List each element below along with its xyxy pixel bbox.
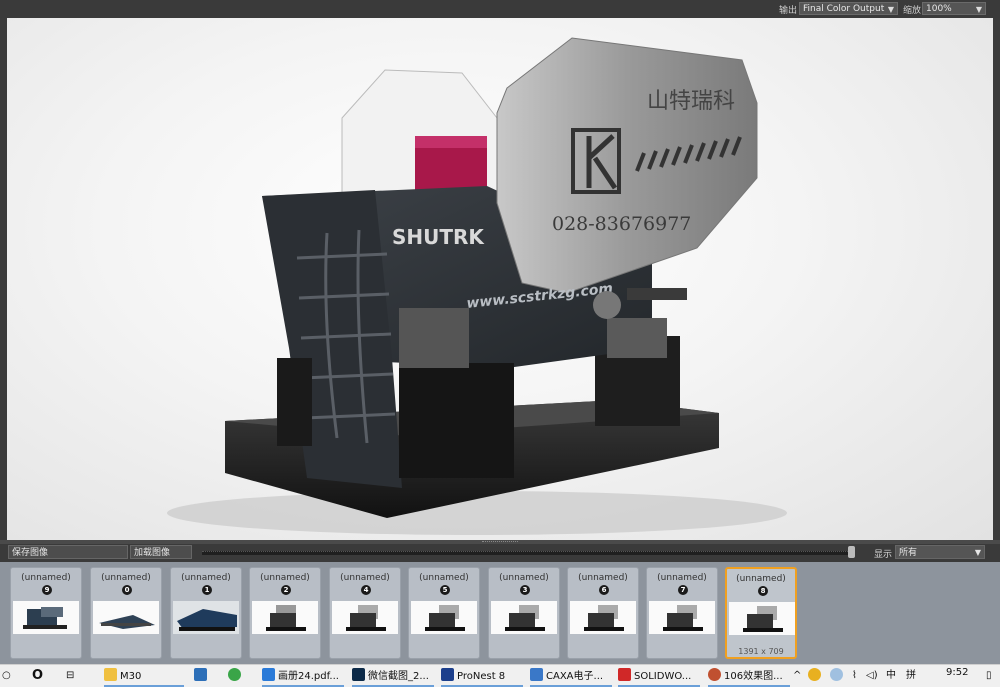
thumbnail-size-label: 1391 x 709 bbox=[738, 647, 784, 656]
thumbnail-image bbox=[13, 601, 79, 634]
taskbar-pdf[interactable]: 画册24.pdf... bbox=[262, 668, 339, 684]
history-thumbnail[interactable]: (unnamed) 3 bbox=[488, 567, 560, 659]
thumbnail-scroll-thumb[interactable] bbox=[848, 546, 855, 558]
thumbnail-index-badge: 3 bbox=[520, 585, 530, 595]
thumbnail-index-badge: 2 bbox=[281, 585, 291, 595]
thumbnail-index-badge: 5 bbox=[440, 585, 450, 595]
volume-icon[interactable]: ◁) bbox=[866, 668, 878, 684]
front-support-left bbox=[277, 358, 312, 446]
rear-bearing bbox=[607, 318, 667, 358]
history-thumbnail[interactable]: (unnamed) 2 bbox=[249, 567, 321, 659]
left-panel-edge bbox=[0, 18, 7, 540]
save-image-button[interactable]: 保存图像 bbox=[8, 545, 128, 559]
thumbnail-index-badge: 9 bbox=[42, 585, 52, 595]
output-select[interactable]: Final Color Output ▼ bbox=[799, 2, 898, 15]
render-viewport[interactable]: 山特瑞科 028-83676977 SHUTRK www.scstrkzg.co… bbox=[7, 18, 993, 540]
cortana-icon[interactable]: O bbox=[32, 668, 43, 684]
thumbnail-image bbox=[93, 601, 159, 634]
render-toolbar: 输出 Final Color Output ▼ 缩放 100% ▼ bbox=[0, 0, 1000, 19]
render-history-strip: (unnamed) 9 (unnamed) 0 (unnamed) 1 (unn… bbox=[0, 562, 1000, 664]
tray-chevron-up-icon[interactable]: ^ bbox=[793, 668, 801, 684]
thumbnail-image bbox=[411, 601, 477, 634]
thumbnail-image bbox=[252, 601, 318, 634]
history-thumbnail[interactable]: (unnamed) 9 bbox=[10, 567, 82, 659]
taskbar-caxa[interactable]: CAXA电子... bbox=[530, 668, 603, 684]
search-icon[interactable]: ○ bbox=[2, 668, 11, 684]
taskbar-pronest[interactable]: ProNest 8 bbox=[441, 668, 505, 684]
crusher-render: 山特瑞科 028-83676977 SHUTRK www.scstrkzg.co… bbox=[167, 37, 787, 535]
show-filter-select[interactable]: 所有 ▼ bbox=[895, 545, 985, 559]
show-label: 显示 bbox=[874, 550, 893, 560]
zoom-select[interactable]: 100% ▼ bbox=[922, 2, 986, 15]
task-view-icon[interactable]: ⊟ bbox=[66, 668, 74, 684]
thumbnail-scroll-track[interactable] bbox=[202, 551, 854, 555]
chevron-down-icon: ▼ bbox=[887, 5, 894, 14]
thumbnail-image bbox=[332, 601, 398, 634]
thumbnail-image bbox=[570, 601, 636, 634]
taskbar-solidworks[interactable]: SOLIDWO... bbox=[618, 668, 691, 684]
taskbar-folder[interactable]: M30 bbox=[104, 668, 141, 684]
right-panel-edge bbox=[993, 18, 1000, 540]
taskbar-photoshop[interactable]: 微信截图_2... bbox=[352, 668, 429, 684]
output-label: 输出 bbox=[779, 6, 798, 16]
history-thumbnail[interactable]: (unnamed) 7 bbox=[646, 567, 718, 659]
zoom-label: 缩放 bbox=[903, 6, 922, 16]
windows-taskbar: ○ O ⊟ M30 画册24.pdf... 微信截图_2... ProNest … bbox=[0, 664, 1000, 687]
calculator-icon[interactable] bbox=[194, 668, 210, 684]
thumbnail-image bbox=[491, 601, 557, 634]
thumbnail-index-badge: 4 bbox=[361, 585, 371, 595]
side-cover-plate bbox=[496, 37, 758, 294]
image-control-row: 保存图像 加载图像 显示 所有 ▼ bbox=[0, 544, 1000, 562]
history-thumbnail[interactable]: (unnamed) 6 bbox=[567, 567, 639, 659]
bearing-block bbox=[399, 308, 469, 368]
thumbnail-index-badge: 7 bbox=[678, 585, 688, 595]
browser-icon[interactable] bbox=[228, 668, 244, 684]
chevron-down-icon: ▼ bbox=[974, 548, 981, 557]
clock-time[interactable]: 9:52 bbox=[946, 665, 968, 681]
ime-mode-indicator[interactable]: 拼 bbox=[906, 668, 916, 684]
thumbnail-index-badge: 1 bbox=[202, 585, 212, 595]
notification-icon[interactable]: ▯ bbox=[986, 668, 992, 684]
thumbnail-image bbox=[173, 601, 239, 634]
history-thumbnail[interactable]: (unnamed) 1 bbox=[170, 567, 242, 659]
toggle-wheel bbox=[593, 291, 621, 319]
thumbnail-image bbox=[729, 602, 795, 635]
taskbar-render[interactable]: 106效果图... bbox=[708, 668, 783, 684]
chevron-down-icon: ▼ bbox=[975, 5, 982, 14]
shutrk-logo-text: SHUTRK bbox=[392, 225, 485, 249]
history-thumbnail[interactable]: (unnamed) 0 bbox=[90, 567, 162, 659]
thumbnail-image bbox=[649, 601, 715, 634]
render-app-icon bbox=[708, 668, 721, 681]
ime-indicator[interactable]: 中 bbox=[886, 668, 896, 684]
network-icon[interactable]: ⌇ bbox=[852, 668, 857, 684]
folder-icon bbox=[104, 668, 117, 681]
history-thumbnail[interactable]: (unnamed) 5 bbox=[408, 567, 480, 659]
pdf-icon bbox=[262, 668, 275, 681]
photoshop-icon bbox=[352, 668, 365, 681]
thumbnail-index-badge: 6 bbox=[599, 585, 609, 595]
tray-app-icon[interactable] bbox=[808, 668, 824, 684]
history-thumbnail-selected[interactable]: (unnamed) 8 1391 x 709 bbox=[725, 567, 797, 659]
chinese-brand-text: 山特瑞科 bbox=[647, 89, 735, 114]
load-image-button[interactable]: 加载图像 bbox=[130, 545, 192, 559]
thumbnail-index-badge: 0 bbox=[122, 585, 132, 595]
history-thumbnail[interactable]: (unnamed) 4 bbox=[329, 567, 401, 659]
solidworks-icon bbox=[618, 668, 631, 681]
tray-app2-icon[interactable] bbox=[830, 668, 846, 684]
caxa-icon bbox=[530, 668, 543, 681]
pronest-icon bbox=[441, 668, 454, 681]
phone-text: 028-83676977 bbox=[552, 213, 691, 235]
front-support-right bbox=[399, 363, 514, 478]
thumbnail-index-badge: 8 bbox=[758, 586, 768, 596]
